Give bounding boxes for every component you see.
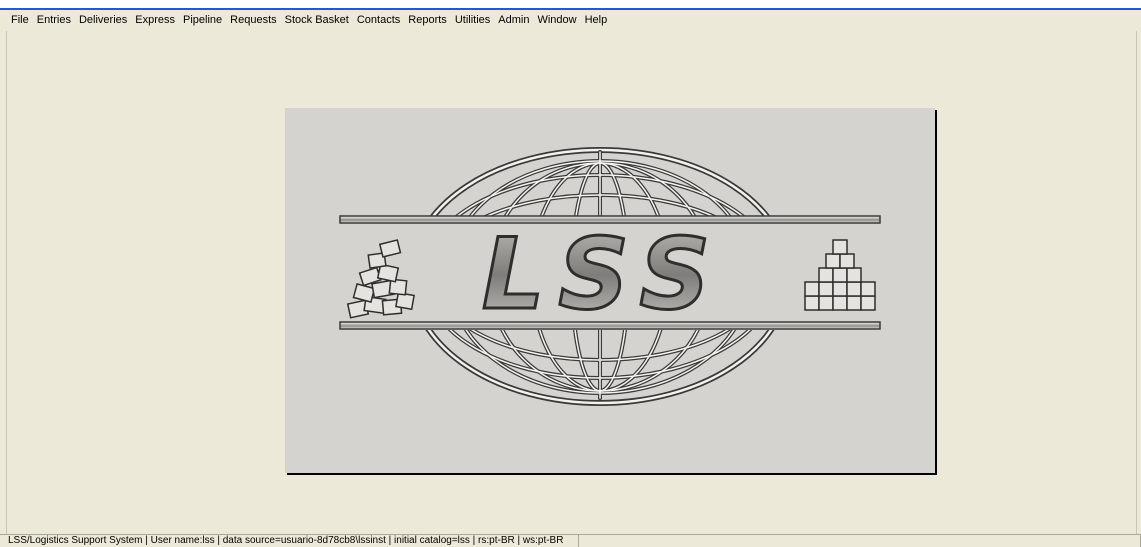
menu-window[interactable]: Window xyxy=(533,11,580,29)
lss-globe-logo: LSS xyxy=(339,147,881,406)
logo-lss-text: LSS xyxy=(482,218,724,332)
menu-reports[interactable]: Reports xyxy=(404,11,451,29)
lss-logo-panel: LSS xyxy=(285,108,935,473)
status-pane-empty xyxy=(579,535,1141,547)
menu-deliveries[interactable]: Deliveries xyxy=(75,11,131,29)
window-top-edge xyxy=(0,0,1141,10)
menu-entries[interactable]: Entries xyxy=(33,11,75,29)
menu-file[interactable]: File xyxy=(7,11,33,29)
menu-contacts[interactable]: Contacts xyxy=(353,11,404,29)
menu-pipeline[interactable]: Pipeline xyxy=(179,11,226,29)
menu-admin[interactable]: Admin xyxy=(494,11,533,29)
menu-stock-basket[interactable]: Stock Basket xyxy=(281,11,353,29)
status-connection-info: LSS/Logistics Support System | User name… xyxy=(0,535,579,547)
status-bar: LSS/Logistics Support System | User name… xyxy=(0,534,1141,547)
menu-requests[interactable]: Requests xyxy=(226,11,280,29)
menu-utilities[interactable]: Utilities xyxy=(451,11,494,29)
box-pile-left-icon xyxy=(346,239,415,319)
menu-help[interactable]: Help xyxy=(581,11,612,29)
menu-express[interactable]: Express xyxy=(131,11,179,29)
box-stack-right-icon xyxy=(804,239,876,311)
menu-bar: File Entries Deliveries Express Pipeline… xyxy=(0,10,1141,30)
